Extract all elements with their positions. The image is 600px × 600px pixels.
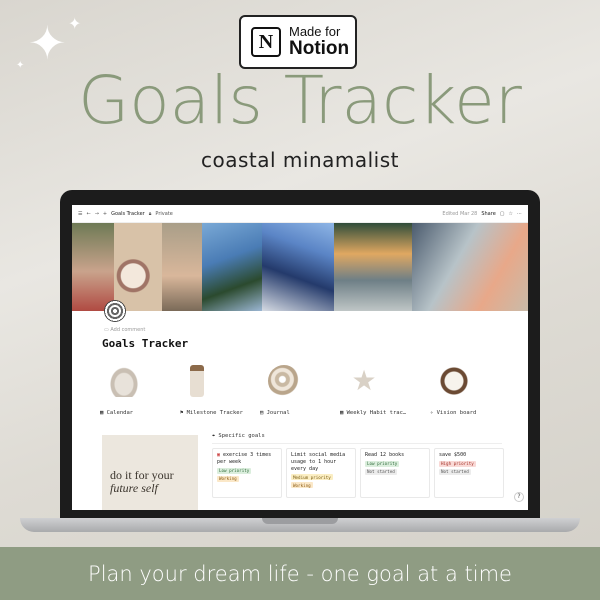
- gallery-label-text: Milestone Tracker: [186, 410, 243, 416]
- coconut-image: [438, 365, 470, 397]
- calendar-icon: ▦: [100, 410, 107, 416]
- cover-tile-blue-umbrella: [262, 223, 334, 311]
- specific-goals-heading[interactable]: ⌖ Specific goals: [212, 433, 265, 440]
- gallery-card-milestone[interactable]: ⚑ Milestone Tracker: [180, 363, 260, 423]
- badge-made-for-text: Made for: [289, 24, 341, 40]
- share-button[interactable]: Share: [481, 211, 495, 217]
- goal-card[interactable]: Read 12 books Low priority Not started: [360, 448, 430, 498]
- gallery-label-text: Calendar: [106, 410, 134, 416]
- quote-image: do it for your future self: [102, 435, 198, 510]
- page-target-icon[interactable]: [104, 300, 126, 322]
- divider: [212, 443, 502, 444]
- add-icon[interactable]: +: [103, 211, 107, 217]
- cover-tile-leaves: [72, 223, 114, 311]
- goal-title: Read 12 books: [365, 452, 405, 458]
- gallery-card-calendar[interactable]: ▦ Calendar: [100, 363, 180, 423]
- headline-subtitle: coastal minamalist: [200, 148, 399, 172]
- goal-card[interactable]: save $500 High priority Not started: [434, 448, 504, 498]
- cover-image[interactable]: [72, 223, 528, 311]
- quote-line-2: future self: [110, 481, 158, 496]
- gallery-view: ▦ Calendar ⚑ Milestone Tracker ▤ Journal…: [100, 363, 500, 423]
- snail-shell-image: [268, 365, 300, 397]
- sparkle-small-icon: ✦: [68, 14, 82, 33]
- goal-title-text: exercise 3 times per week: [217, 452, 272, 465]
- cover-tile-conch: [412, 223, 528, 311]
- book-icon: ▤: [260, 410, 267, 416]
- cover-tile-palms: [202, 223, 262, 311]
- gallery-label: ✧ Vision board: [430, 410, 476, 416]
- quote-text: do it for your future self: [110, 468, 200, 496]
- status-tag: Working: [217, 475, 239, 482]
- headline-title: Goals Tracker: [78, 62, 522, 139]
- goal-title: save $500: [439, 452, 467, 458]
- gallery-card-vision-board[interactable]: ✧ Vision board: [430, 363, 510, 423]
- gallery-label: ▦ Calendar: [100, 410, 133, 416]
- gallery-label: ▤ Journal: [260, 410, 290, 416]
- specific-goals-label: Specific goals: [218, 433, 265, 439]
- laptop-notch: [262, 518, 338, 524]
- goal-title: ▣ exercise 3 times per week: [217, 452, 277, 466]
- status-tag: Not started: [365, 468, 397, 475]
- gallery-card-journal[interactable]: ▤ Journal: [260, 363, 340, 423]
- table-icon: ▦: [340, 410, 347, 416]
- forward-arrow-icon[interactable]: →: [95, 211, 99, 217]
- star-icon[interactable]: ☆: [509, 211, 513, 217]
- more-options-icon[interactable]: ⋯: [517, 211, 522, 217]
- cover-tile-sunset: [162, 223, 202, 311]
- goal-card[interactable]: ▣ exercise 3 times per week Low priority…: [212, 448, 282, 498]
- help-button[interactable]: ?: [514, 492, 524, 502]
- flag-icon: ⚑: [180, 410, 187, 416]
- starfish-image: ★: [351, 364, 377, 397]
- gallery-label-text: Vision board: [436, 410, 477, 416]
- tagline: Plan your dream life - one goal at a tim…: [88, 561, 512, 586]
- status-tag: Working: [291, 482, 313, 489]
- cover-tile-water: [334, 223, 412, 311]
- notion-logo-icon: N: [251, 27, 281, 57]
- goal-card[interactable]: Limit social media usage to 1 hour every…: [286, 448, 356, 498]
- priority-tag: High priority: [439, 460, 476, 467]
- edited-timestamp: Edited Mar 28: [442, 210, 478, 217]
- bottom-banner: Plan your dream life - one goal at a tim…: [0, 547, 600, 600]
- gallery-label-text: Journal: [266, 410, 290, 416]
- add-comment-link[interactable]: ▭ Add comment: [104, 327, 145, 333]
- gallery-label-text: Weekly Habit trac…: [346, 410, 407, 416]
- notion-topbar: ☰ ← → + Goals Tracker 🔒︎ Private Edited …: [72, 205, 528, 223]
- breadcrumb-private: Private: [155, 210, 173, 217]
- gallery-label: ▦ Weekly Habit trac…: [340, 410, 406, 416]
- breadcrumb-title[interactable]: Goals Tracker: [111, 211, 145, 217]
- priority-tag: Medium priority: [291, 474, 333, 481]
- status-tag: Not started: [439, 468, 471, 475]
- priority-tag: Low priority: [217, 467, 252, 474]
- page-title[interactable]: Goals Tracker: [102, 337, 188, 350]
- shell-image: [108, 365, 140, 397]
- sparkle-icon: ✧: [430, 410, 437, 416]
- priority-tag: Low priority: [365, 460, 400, 467]
- badge-notion-text: Notion: [289, 37, 350, 59]
- made-for-notion-badge: N Made for Notion: [239, 15, 357, 69]
- sidebar-toggle-icon[interactable]: ☰: [78, 211, 82, 217]
- gallery-label: ⚑ Milestone Tracker: [180, 410, 243, 416]
- bottle-image: [190, 365, 204, 397]
- lock-icon: 🔒︎: [148, 210, 152, 217]
- notion-screen: ☰ ← → + Goals Tracker 🔒︎ Private Edited …: [72, 205, 528, 510]
- goals-board: ▣ exercise 3 times per week Low priority…: [212, 448, 504, 498]
- back-arrow-icon[interactable]: ←: [86, 211, 90, 217]
- comment-icon[interactable]: ▢: [500, 211, 505, 217]
- cover-tile-shell: [114, 223, 162, 311]
- gallery-card-weekly-habit[interactable]: ★ ▦ Weekly Habit trac…: [340, 363, 420, 423]
- goal-title: Limit social media usage to 1 hour every…: [291, 452, 346, 472]
- add-comment-label: Add comment: [110, 327, 146, 333]
